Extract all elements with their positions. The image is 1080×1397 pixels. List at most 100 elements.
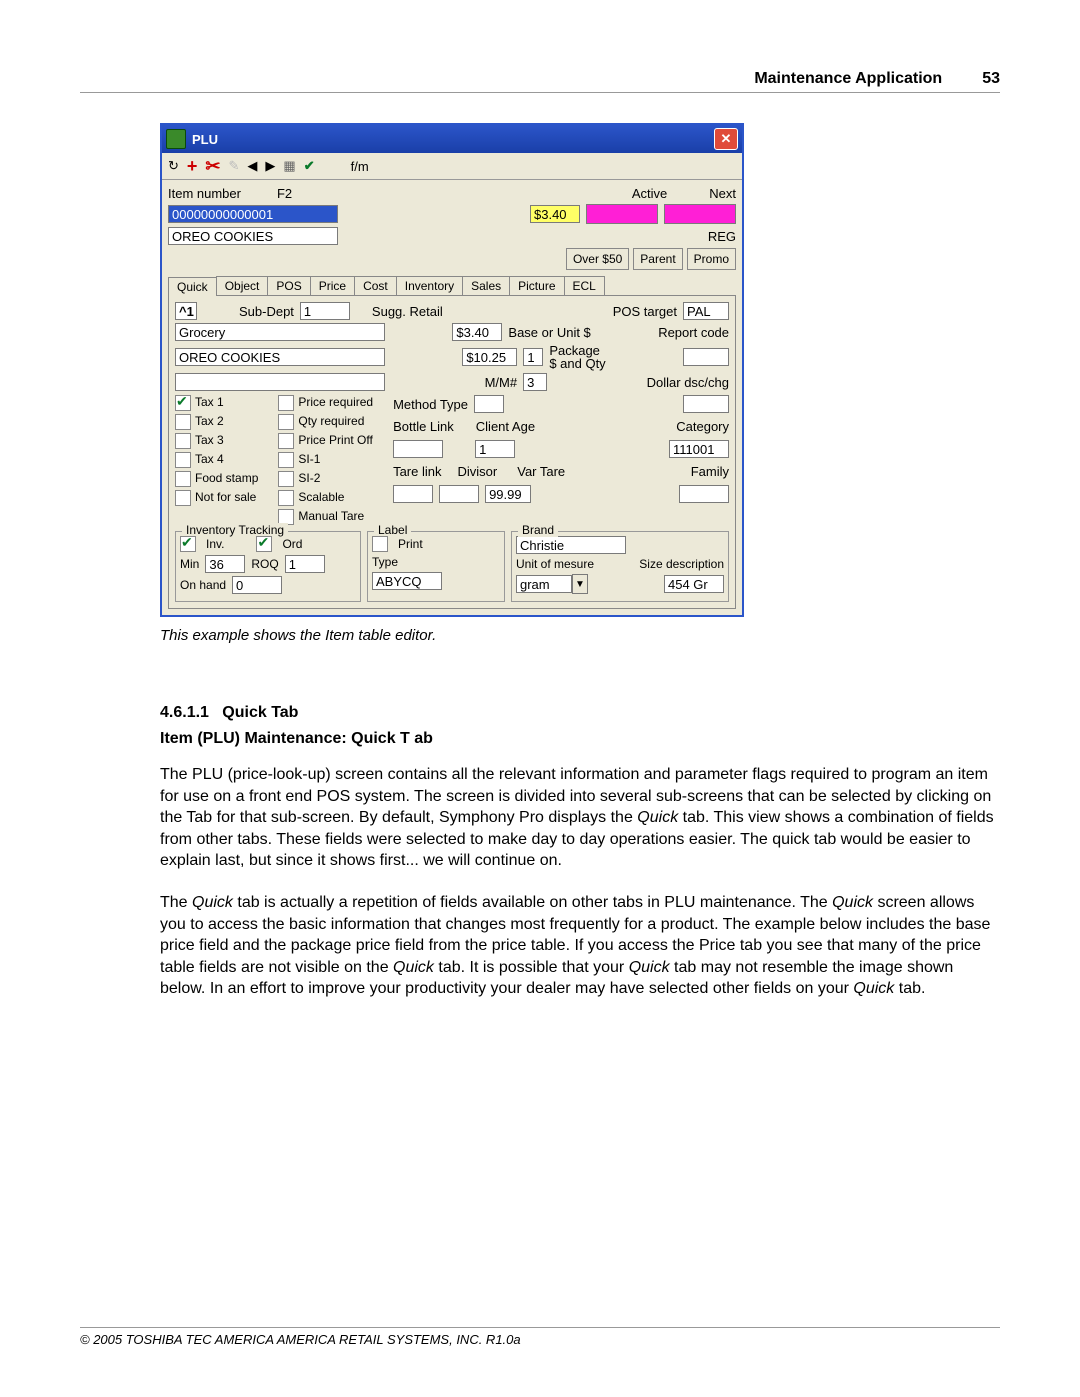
tax4-checkbox[interactable] — [175, 452, 191, 468]
sugg-retail-label: Sugg. Retail — [372, 304, 443, 319]
chevron-down-icon[interactable]: ▼ — [572, 574, 588, 594]
tab-price[interactable]: Price — [310, 276, 355, 295]
item-number-label: Item number — [168, 186, 241, 201]
method-type-field[interactable] — [474, 395, 504, 413]
roq-field[interactable]: 1 — [285, 555, 325, 573]
page: Maintenance Application 53 PLU ✕ ↻ + ✂ ✎… — [0, 0, 1080, 1397]
pkg-qty-field[interactable]: 1 — [523, 348, 543, 366]
right-fields: Method Type Bottle LinkClient AgeCategor… — [393, 395, 729, 525]
next-icon[interactable]: ▶ — [265, 158, 275, 174]
client-age-field[interactable]: 1 — [475, 440, 515, 458]
brand-group: Brand Christie Unit of mesureSize descri… — [511, 531, 729, 602]
page-footer: © 2005 TOSHIBA TEC AMERICA AMERICA RETAI… — [80, 1327, 1000, 1347]
tab-strip: Quick Object POS Price Cost Inventory Sa… — [168, 276, 736, 296]
brand-field[interactable]: Christie — [516, 536, 626, 554]
promo-button[interactable]: Promo — [687, 248, 736, 270]
subdept-label: Sub-Dept — [239, 304, 294, 319]
toolbar: ↻ + ✂ ✎ ◀ ▶ ▦ ✔ f/m — [162, 153, 742, 180]
tab-inventory[interactable]: Inventory — [396, 276, 463, 295]
inventory-tracking-group: Inventory Tracking Inv.Ord Min36ROQ1 On … — [175, 531, 361, 602]
sugg-retail-field[interactable]: $3.40 — [452, 323, 502, 341]
tax3-checkbox[interactable] — [175, 433, 191, 449]
bottle-link-field[interactable] — [393, 440, 443, 458]
category-field[interactable]: 111001 — [669, 440, 729, 458]
qtyreq-checkbox[interactable] — [278, 414, 294, 430]
report-code-label: Report code — [658, 325, 729, 340]
label-type-field[interactable]: ABYCQ — [372, 572, 442, 590]
family-field[interactable] — [679, 485, 729, 503]
tab-quick[interactable]: Quick — [168, 277, 217, 296]
over50-button[interactable]: Over $50 — [566, 248, 629, 270]
desc2-field[interactable]: OREO COOKIES — [175, 348, 385, 366]
section-subtitle: Item (PLU) Maintenance: Quick T ab — [160, 730, 1000, 748]
app-icon — [166, 129, 186, 149]
checkbox-col-1: Tax 1 Tax 2 Tax 3 Tax 4 Food stamp Not f… — [175, 395, 258, 525]
foodstamp-checkbox[interactable] — [175, 471, 191, 487]
dollar-dsc-field[interactable] — [683, 395, 729, 413]
tab-cost[interactable]: Cost — [354, 276, 397, 295]
tab-picture[interactable]: Picture — [509, 276, 564, 295]
parent-button[interactable]: Parent — [633, 248, 682, 270]
magenta-box-2 — [664, 204, 736, 224]
pos-target-label: POS target — [613, 304, 677, 319]
active-price: $3.40 — [530, 205, 580, 223]
grid-icon[interactable]: ▦ — [283, 158, 295, 174]
subdept-field[interactable]: 1 — [300, 302, 350, 320]
si2-checkbox[interactable] — [278, 471, 294, 487]
section-heading: 4.6.1.1 Quick Tab — [160, 704, 1000, 722]
priceprintoff-checkbox[interactable] — [278, 433, 294, 449]
subdept-name-field[interactable]: Grocery — [175, 323, 385, 341]
description-field[interactable]: OREO COOKIES — [168, 227, 338, 245]
onhand-field[interactable]: 0 — [232, 576, 282, 594]
tare-link-field[interactable] — [393, 485, 433, 503]
tab-ecl[interactable]: ECL — [564, 276, 605, 295]
magenta-box-1 — [586, 204, 658, 224]
next-label: Next — [709, 186, 736, 201]
pricereq-checkbox[interactable] — [278, 395, 294, 411]
cut-icon[interactable]: ✂ — [205, 156, 220, 177]
paragraph-1: The PLU (price-look-up) screen contains … — [160, 764, 1000, 872]
window-title: PLU — [192, 132, 714, 147]
tab-sales[interactable]: Sales — [462, 276, 510, 295]
mm-label: M/M# — [485, 375, 518, 390]
item-number-field[interactable]: 00000000000001 — [168, 205, 338, 223]
tax1-checkbox[interactable] — [175, 395, 191, 411]
paragraph-2: The Quick tab is actually a repetition o… — [160, 892, 1000, 1000]
check-icon[interactable]: ✔ — [304, 158, 315, 174]
scalable-checkbox[interactable] — [278, 490, 294, 506]
page-header: Maintenance Application 53 — [80, 70, 1000, 93]
prev-icon[interactable]: ◀ — [247, 158, 257, 174]
pos-target-field[interactable]: PAL — [683, 302, 729, 320]
quick-pane: ^1 Sub-Dept 1 Sugg. Retail POS target PA… — [168, 296, 736, 609]
si1-checkbox[interactable] — [278, 452, 294, 468]
size-desc-field[interactable]: 454 Gr — [664, 575, 724, 593]
refresh-icon[interactable]: ↻ — [168, 158, 179, 174]
titlebar[interactable]: PLU ✕ — [162, 125, 742, 153]
label-group: Label Print Type ABYCQ — [367, 531, 505, 602]
notforsale-checkbox[interactable] — [175, 490, 191, 506]
report-code-field[interactable] — [683, 348, 729, 366]
edit-icon[interactable]: ✎ — [229, 158, 240, 174]
extra-desc-field[interactable] — [175, 373, 385, 391]
pkg-price-field[interactable]: $10.25 — [462, 348, 517, 366]
add-icon[interactable]: + — [187, 156, 198, 177]
divisor-field[interactable] — [439, 485, 479, 503]
tax2-checkbox[interactable] — [175, 414, 191, 430]
pkg-label: Package $ and Qty — [549, 344, 605, 370]
tab-pos[interactable]: POS — [267, 276, 310, 295]
mm-field[interactable]: 3 — [523, 373, 547, 391]
min-field[interactable]: 36 — [205, 555, 245, 573]
checkbox-col-2: Price required Qty required Price Print … — [278, 395, 373, 525]
page-number: 53 — [982, 70, 1000, 88]
var-tare-field[interactable]: 99.99 — [485, 485, 531, 503]
tab-object[interactable]: Object — [216, 276, 269, 295]
inv-checkbox[interactable] — [180, 536, 196, 552]
close-icon[interactable]: ✕ — [714, 128, 738, 150]
fm-label: f/m — [351, 159, 369, 174]
f2-hint: F2 — [277, 186, 292, 201]
base-unit-label: Base or Unit $ — [508, 325, 590, 340]
print-checkbox[interactable] — [372, 536, 388, 552]
dollar-dsc-label: Dollar dsc/chg — [647, 375, 729, 390]
unit-dropdown[interactable]: gram▼ — [516, 574, 588, 594]
ord-checkbox[interactable] — [256, 536, 272, 552]
